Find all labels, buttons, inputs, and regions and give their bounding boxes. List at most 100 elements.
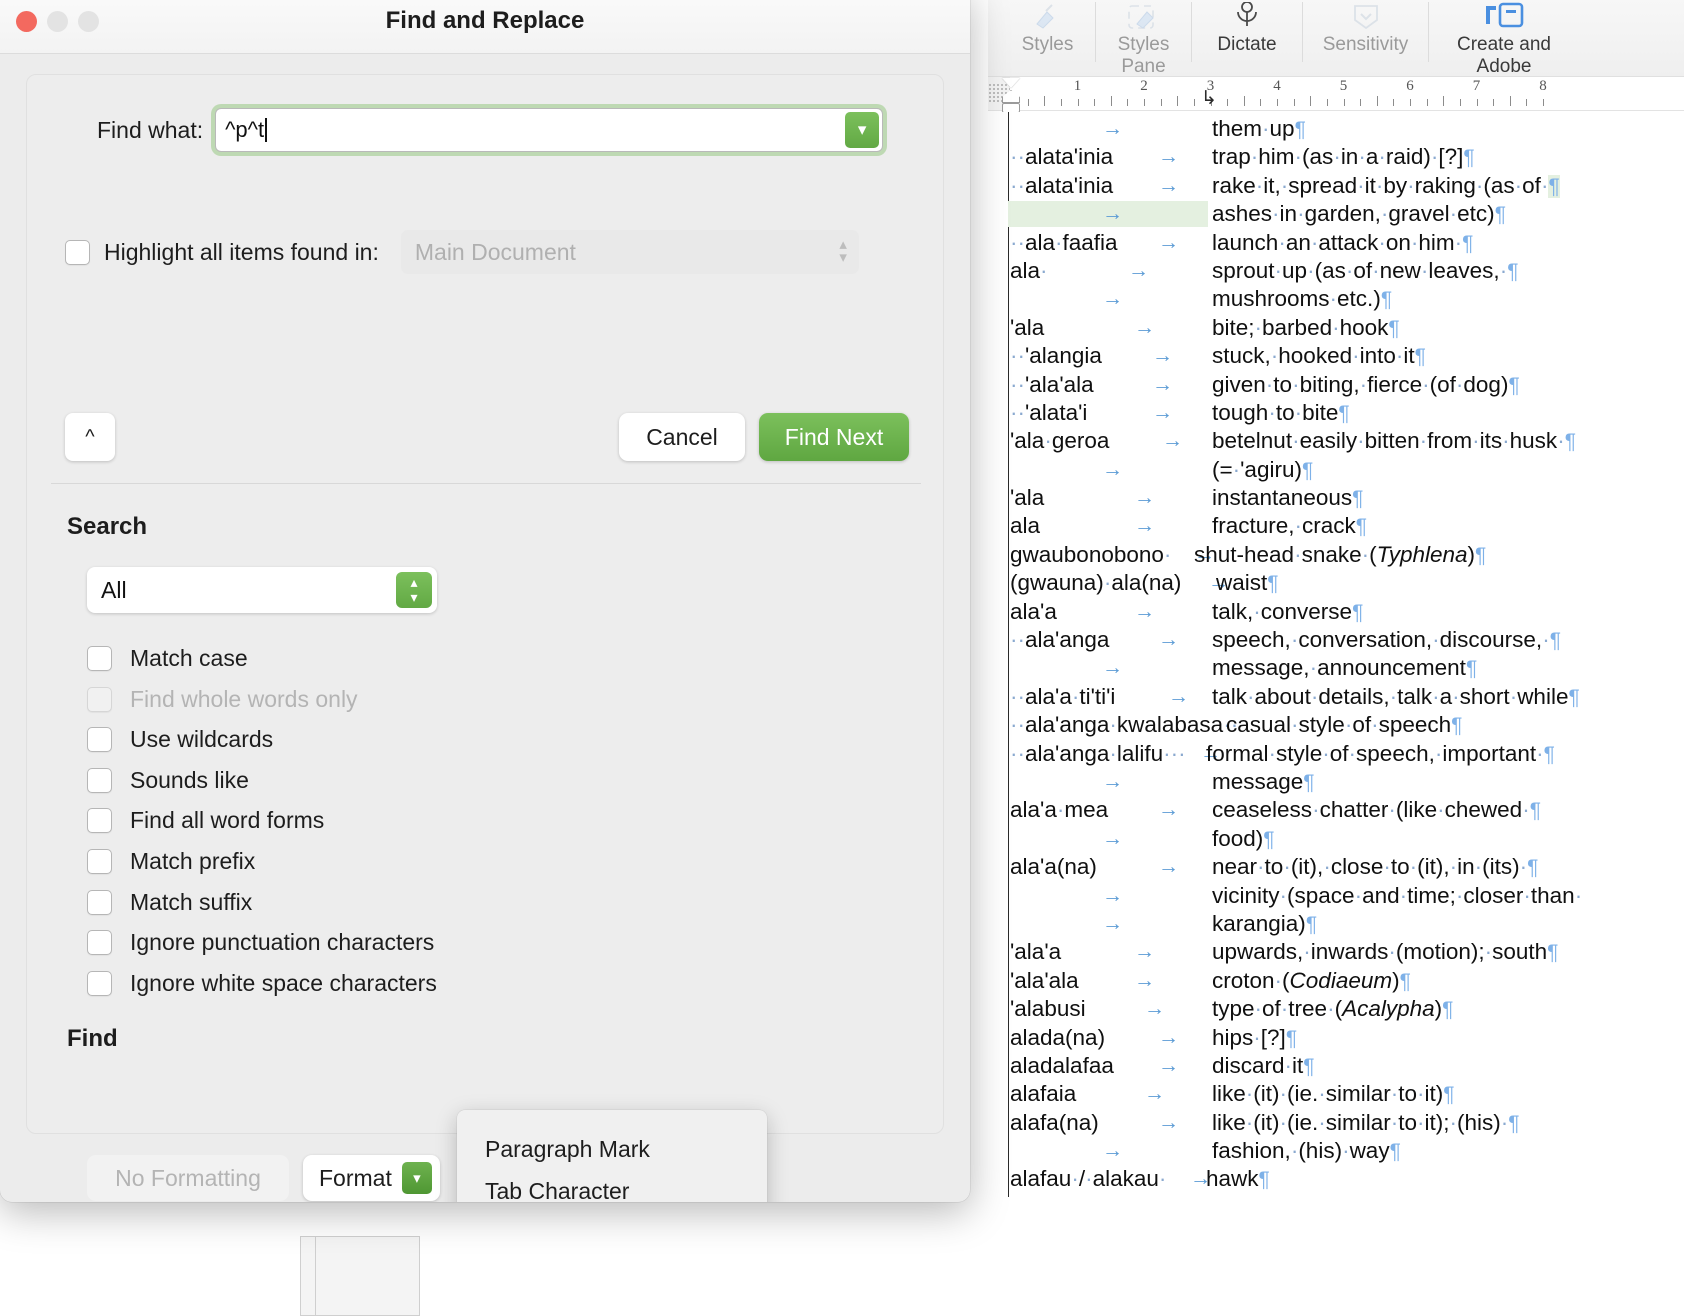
tab-mark-icon: → <box>1102 910 1123 938</box>
dialog-titlebar[interactable]: Find and Replace <box>0 0 970 54</box>
document-text-line[interactable]: ala'a(na)→near·to·(it),·close·to·(it),·i… <box>1010 853 1684 881</box>
document-text-line[interactable]: ··ala'anga·kwalabasa··casual·style·of·sp… <box>1010 711 1684 739</box>
find-what-combobox[interactable]: ^p^t ▾ <box>215 108 883 152</box>
menu-item-tab-character[interactable]: Tab Character <box>457 1170 767 1202</box>
checkbox-box[interactable] <box>87 890 112 915</box>
checkbox-find-all-word-forms[interactable]: Find all word forms <box>87 807 324 834</box>
document-text-line[interactable]: →ashes·in·garden,·gravel·etc)¶ <box>1010 200 1684 228</box>
tab-mark-icon: → <box>1158 172 1179 200</box>
document-text-line[interactable]: 'ala'a→upwards,·inwards·(motion);·south¶ <box>1010 938 1684 966</box>
document-text-line[interactable]: alafau·/·alakau·→hawk¶ <box>1010 1165 1684 1193</box>
first-line-indent-marker[interactable] <box>1002 78 1020 88</box>
document-text-line[interactable]: →food)¶ <box>1010 825 1684 853</box>
document-text-line[interactable]: ala'a·mea→ceaseless·chatter·(like·chewed… <box>1010 796 1684 824</box>
checkbox-sounds-like[interactable]: Sounds like <box>87 767 249 794</box>
up-down-chevrons-icon: ▴▾ <box>839 238 847 264</box>
find-next-button[interactable]: Find Next <box>759 413 909 461</box>
find-what-input[interactable]: ^p^t <box>216 117 264 143</box>
up-down-chevrons-icon[interactable]: ▴▾ <box>396 572 432 608</box>
checkbox-ignore-white-space-characters[interactable]: Ignore white space characters <box>87 970 437 997</box>
checkbox-box[interactable] <box>87 727 112 752</box>
document-text-line[interactable]: ala'a→talk,·converse¶ <box>1010 598 1684 626</box>
tab-mark-icon: → <box>1128 257 1149 285</box>
document-text-line[interactable]: alafa(na)→like·(it)·(ie.·similar·to·it);… <box>1010 1109 1684 1137</box>
collapse-options-button[interactable]: ^ <box>65 413 115 461</box>
document-text-line[interactable]: →message¶ <box>1010 768 1684 796</box>
search-direction-select[interactable]: All ▴▾ <box>87 567 437 613</box>
document-text-line[interactable]: ala→fracture,·crack¶ <box>1010 512 1684 540</box>
tab-mark-icon: → <box>1158 143 1179 171</box>
document-text-line[interactable]: 'ala·geroa→betelnut·easily·bitten·from·i… <box>1010 427 1684 455</box>
menu-item-paragraph-mark[interactable]: Paragraph Mark <box>457 1128 767 1170</box>
document-canvas[interactable]: →them·up¶··alata'inia→trap·him·(as·in·a·… <box>988 112 1684 1316</box>
microphone-icon <box>1234 2 1260 30</box>
checkbox-box[interactable] <box>87 930 112 955</box>
tab-mark-icon: → <box>1102 456 1123 484</box>
find-and-replace-dialog[interactable]: Find and Replace Find Replace Go To Find… <box>0 0 970 1202</box>
ruler-tick <box>1127 99 1128 106</box>
document-text-line[interactable]: ··ala·faafia→launch·an·attack·on·him·¶ <box>1010 229 1684 257</box>
special-dropdown-menu[interactable]: Paragraph Mark Tab Character <box>457 1110 767 1202</box>
checkbox-box[interactable] <box>87 971 112 996</box>
document-text-line[interactable]: ala·→sprout·up·(as·of·new·leaves,·¶ <box>1010 257 1684 285</box>
document-text-line[interactable]: →vicinity·(space·and·time;·closer·than· <box>1010 882 1684 910</box>
ruler-tick <box>1393 99 1394 106</box>
document-text-line[interactable]: (gwauna)·ala(na)→waist¶ <box>1010 569 1684 597</box>
document-text-line[interactable]: alafaia→like·(it)·(ie.·similar·to·it)¶ <box>1010 1080 1684 1108</box>
document-text-line[interactable]: 'alabusi→type·of·tree·(Acalypha)¶ <box>1010 995 1684 1023</box>
checkbox-box[interactable] <box>87 768 112 793</box>
horizontal-ruler[interactable]: 12345678 ↳ <box>988 77 1684 111</box>
no-formatting-button[interactable]: No Formatting <box>87 1155 289 1201</box>
document-text-line[interactable]: gwaubonobono·→shut-head·snake·(Typhlena)… <box>1010 541 1684 569</box>
tab-mark-icon: → <box>1134 967 1155 995</box>
checkbox-box[interactable] <box>87 808 112 833</box>
document-text-line[interactable]: ··ala'anga→speech,·conversation,·discour… <box>1010 626 1684 654</box>
document-text-line[interactable]: →karangia)¶ <box>1010 910 1684 938</box>
checkbox-match-case[interactable]: Match case <box>87 645 248 672</box>
tab-mark-icon: → <box>1102 200 1123 228</box>
headword: 'ala·geroa <box>1010 427 1109 455</box>
checkbox-box[interactable] <box>87 646 112 671</box>
highlight-scope-popup[interactable]: Main Document ▴▾ <box>401 230 859 274</box>
checkbox-ignore-punctuation-characters[interactable]: Ignore punctuation characters <box>87 929 434 956</box>
document-text-line[interactable]: →fashion,·(his)·way¶ <box>1010 1137 1684 1165</box>
chevron-down-icon[interactable]: ▾ <box>402 1162 432 1194</box>
document-text-line[interactable]: →them·up¶ <box>1010 115 1684 143</box>
format-button[interactable]: Format ▾ <box>303 1155 440 1201</box>
document-text-line[interactable]: 'ala→bite;·barbed·hook¶ <box>1010 314 1684 342</box>
chevron-down-icon[interactable]: ▾ <box>845 112 879 148</box>
checkbox-match-prefix[interactable]: Match prefix <box>87 848 255 875</box>
document-text-line[interactable]: 'ala→instantaneous¶ <box>1010 484 1684 512</box>
document-text-line[interactable]: ··'alata'i→tough·to·bite¶ <box>1010 399 1684 427</box>
document-text-line[interactable]: aladalafaa→discard·it¶ <box>1010 1052 1684 1080</box>
ribbon-button-dictate[interactable]: Dictate <box>1192 0 1302 56</box>
document-text-lines[interactable]: →them·up¶··alata'inia→trap·him·(as·in·a·… <box>1010 115 1684 1194</box>
document-text-line[interactable]: →message,·announcement¶ <box>1010 654 1684 682</box>
headword: ala· <box>1010 257 1048 285</box>
document-text-line[interactable]: ··ala'anga·lalifu···→formal·style·of·spe… <box>1010 740 1684 768</box>
document-text-line[interactable]: →(=·'agiru)¶ <box>1010 456 1684 484</box>
ribbon-button-label: Styles Pane <box>1096 34 1191 79</box>
document-text-line[interactable]: ··'alangia→stuck,·hooked·into·it¶ <box>1010 342 1684 370</box>
checkbox-label: Match case <box>130 645 248 672</box>
document-text-line[interactable]: alada(na)→hips·[?]¶ <box>1010 1024 1684 1052</box>
gloss-text: vicinity·(space·and·time;·closer·than· <box>1212 882 1582 910</box>
cancel-button[interactable]: Cancel <box>619 413 745 461</box>
ruler-number: 7 <box>1473 78 1481 95</box>
left-tab-stop-icon[interactable]: ↳ <box>1201 87 1217 110</box>
checkbox-use-wildcards[interactable]: Use wildcards <box>87 726 273 753</box>
document-text-line[interactable]: ··'ala'ala→given·to·biting,·fierce·(of·d… <box>1010 371 1684 399</box>
checkbox-label: Find all word forms <box>130 807 324 834</box>
checkbox-match-suffix[interactable]: Match suffix <box>87 889 252 916</box>
checkbox-box[interactable] <box>87 849 112 874</box>
highlight-all-checkbox[interactable] <box>65 240 90 265</box>
headword: ala <box>1010 512 1040 540</box>
ribbon-button-create-and-adobe[interactable]: Create and Adobe <box>1429 0 1579 79</box>
ruler-tick <box>1227 99 1228 106</box>
highlight-all-row: Highlight all items found in: Main Docum… <box>65 230 859 274</box>
document-text-line[interactable]: ··ala'a·ti'ti'i→talk·about·details,·talk… <box>1010 683 1684 711</box>
document-text-line[interactable]: ··alata'inia→rake·it,·spread·it·by·rakin… <box>1010 172 1684 200</box>
document-text-line[interactable]: ··alata'inia→trap·him·(as·in·a·raid)·[?]… <box>1010 143 1684 171</box>
document-text-line[interactable]: 'ala'ala→croton·(Codiaeum)¶ <box>1010 967 1684 995</box>
document-text-line[interactable]: →mushrooms·etc.)¶ <box>1010 285 1684 313</box>
